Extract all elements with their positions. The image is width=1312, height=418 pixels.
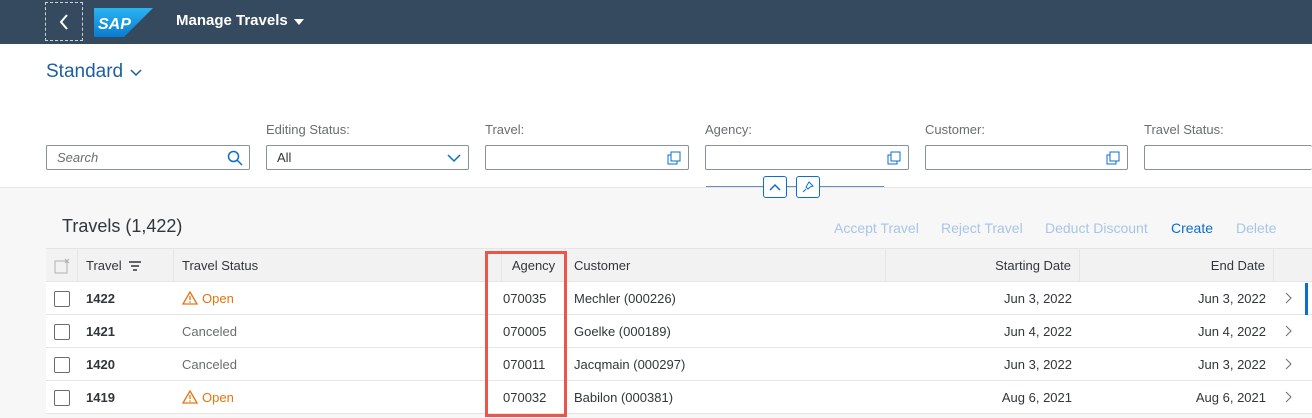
accept-travel-button[interactable]: Accept Travel <box>834 220 919 236</box>
select-all-cell[interactable] <box>46 249 78 282</box>
travel-status-filter-label: Travel Status: <box>1144 122 1224 137</box>
svg-text:SAP: SAP <box>98 16 131 33</box>
starting-date-value: Aug 6, 2021 <box>1001 389 1072 405</box>
chevron-up-icon <box>769 183 781 191</box>
app-title: Manage Travels <box>176 12 288 29</box>
column-travel-status[interactable]: Travel Status <box>182 249 502 282</box>
chevron-down-icon <box>130 69 142 77</box>
starting-date-value: Jun 4, 2022 <box>1004 323 1072 339</box>
chevron-right-icon[interactable] <box>1284 292 1292 304</box>
chevron-right-icon[interactable] <box>1284 325 1292 337</box>
column-end-date[interactable]: End Date <box>1080 249 1274 282</box>
agency-value: 070011 <box>503 356 546 372</box>
caret-down-icon <box>293 18 304 25</box>
warning-icon <box>182 291 198 305</box>
customer-value: Jacqmain (000297) <box>574 356 686 372</box>
column-starting-date[interactable]: Starting Date <box>886 249 1080 282</box>
back-button[interactable] <box>45 2 83 41</box>
chevron-down-icon <box>447 154 461 163</box>
starting-date-value: Jun 3, 2022 <box>1004 356 1072 372</box>
travel-status-text: Canceled <box>182 356 237 372</box>
filter-header: Standard Search Editing Status: All Trav… <box>0 44 1312 188</box>
travel-status: Open <box>182 381 234 413</box>
create-button[interactable]: Create <box>1171 220 1213 236</box>
search-input[interactable]: Search <box>46 145 250 170</box>
agency-value: 070005 <box>503 323 547 339</box>
travel-status-text: Open <box>202 389 234 405</box>
value-help-icon[interactable] <box>1105 150 1121 166</box>
value-help-icon[interactable] <box>666 150 682 166</box>
column-agency[interactable]: Agency <box>502 249 566 282</box>
row-checkbox[interactable] <box>54 390 70 406</box>
value-help-icon[interactable] <box>886 150 902 166</box>
column-customer-label: Customer <box>574 258 631 273</box>
agency-value: 070032 <box>503 389 547 405</box>
customer-value: Mechler (000226) <box>574 290 676 306</box>
column-travel-label: Travel <box>86 258 122 273</box>
app-title-menu[interactable]: Manage Travels <box>176 12 304 29</box>
customer-filter-input[interactable] <box>925 145 1128 170</box>
delete-button[interactable]: Delete <box>1236 220 1276 236</box>
travel-id: 1422 <box>86 290 115 306</box>
column-end-date-label: End Date <box>1210 258 1265 273</box>
starting-date-value: Jun 3, 2022 <box>1004 290 1072 306</box>
select-all-icon <box>54 258 69 273</box>
variant-selector[interactable]: Standard <box>46 61 143 83</box>
table-row[interactable]: 1422 Open 070035 Mechler (000226) Jun 3,… <box>46 282 1312 315</box>
chevron-right-icon[interactable] <box>1284 391 1292 403</box>
header-divider <box>706 186 884 187</box>
end-date-value: Jun 3, 2022 <box>1198 356 1266 372</box>
row-navigation-indicator <box>1305 283 1308 315</box>
table-header: Travel Travel Status Agency Customer Sta… <box>46 248 1312 282</box>
travel-status: Open <box>182 282 234 314</box>
travel-id: 1419 <box>86 389 115 405</box>
row-checkbox[interactable] <box>54 357 70 373</box>
end-date-value: Aug 6, 2021 <box>1195 389 1266 405</box>
table-row[interactable]: 1419 Open 070032 Babilon (000381) Aug 6,… <box>46 381 1312 414</box>
end-date-value: Jun 4, 2022 <box>1198 323 1266 339</box>
table-title: Travels (1,422) <box>62 216 183 236</box>
column-agency-label: Agency <box>511 258 556 273</box>
customer-filter-label: Customer: <box>925 122 985 137</box>
chevron-right-icon[interactable] <box>1284 358 1292 370</box>
variant-label: Standard <box>46 61 124 82</box>
row-checkbox[interactable] <box>54 291 70 307</box>
column-customer[interactable]: Customer <box>566 249 886 282</box>
search-placeholder: Search <box>57 150 99 165</box>
customer-value: Babilon (000381) <box>574 389 674 405</box>
travel-status-text: Canceled <box>182 323 237 339</box>
pin-header-button[interactable] <box>796 176 820 198</box>
editing-status-value: All <box>277 150 292 165</box>
travel-filter-label: Travel: <box>485 122 525 137</box>
agency-filter-label: Agency: <box>705 122 752 137</box>
column-travel-status-label: Travel Status <box>182 258 259 273</box>
travel-status-text: Open <box>202 290 234 306</box>
travel-status-filter-input[interactable] <box>1144 145 1312 170</box>
customer-value: Goelke (000189) <box>574 323 671 339</box>
travel-filter-input[interactable] <box>485 145 689 170</box>
reject-travel-button[interactable]: Reject Travel <box>941 220 1023 236</box>
travel-id: 1420 <box>86 356 115 372</box>
editing-status-label: Editing Status: <box>266 122 350 137</box>
deduct-discount-button[interactable]: Deduct Discount <box>1045 220 1148 236</box>
shell-bar: SAP Manage Travels <box>0 0 1312 44</box>
travel-id: 1421 <box>86 323 115 339</box>
column-travel[interactable]: Travel <box>86 249 174 282</box>
editing-status-select[interactable]: All <box>266 145 469 170</box>
column-starting-date-label: Starting Date <box>995 258 1071 273</box>
pin-icon <box>802 181 814 193</box>
chevron-left-icon <box>59 13 68 30</box>
search-icon[interactable] <box>227 150 243 166</box>
agency-value: 070035 <box>503 290 547 306</box>
collapse-header-button[interactable] <box>763 176 787 198</box>
table-row[interactable]: 1420 Canceled 070011 Jacqmain (000297) J… <box>46 348 1312 381</box>
sort-icon <box>128 260 141 271</box>
sap-logo: SAP <box>94 8 153 37</box>
warning-icon <box>182 390 198 404</box>
agency-filter-input[interactable] <box>705 145 909 170</box>
end-date-value: Jun 3, 2022 <box>1198 290 1266 306</box>
table-row[interactable]: 1421 Canceled 070005 Goelke (000189) Jun… <box>46 315 1312 348</box>
row-checkbox[interactable] <box>54 324 70 340</box>
